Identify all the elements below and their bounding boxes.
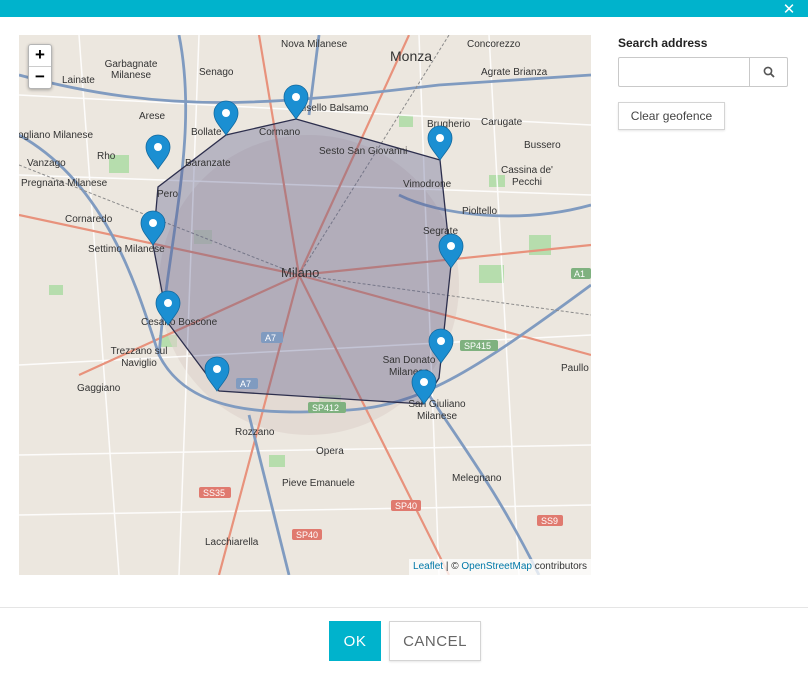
clear-geofence-button[interactable]: Clear geofence — [618, 102, 725, 130]
footer-divider — [0, 607, 808, 608]
search-input[interactable] — [619, 58, 749, 86]
marker-icon[interactable] — [428, 328, 454, 364]
marker-layer — [140, 84, 464, 405]
attribution-suffix: contributors — [531, 561, 587, 572]
ok-button[interactable]: OK — [329, 621, 381, 661]
marker-icon[interactable] — [427, 125, 453, 161]
map-attribution: Leaflet | © OpenStreetMap contributors — [409, 559, 591, 575]
marker-icon[interactable] — [155, 290, 181, 326]
map-view[interactable]: Nova Milanese Monza Concorezzo Garbagnat… — [19, 35, 591, 575]
cancel-button[interactable]: CANCEL — [389, 621, 481, 661]
dialog-header-bar: ✕ — [0, 0, 808, 17]
marker-icon[interactable] — [213, 100, 239, 136]
zoom-in-button[interactable]: + — [29, 45, 51, 66]
search-address-label: Search address — [618, 36, 708, 50]
zoom-out-button[interactable]: − — [29, 66, 51, 88]
attribution-separator: | © — [443, 561, 462, 572]
search-icon — [763, 66, 775, 78]
zoom-control: + − — [28, 44, 52, 89]
marker-icon[interactable] — [283, 84, 309, 120]
close-icon[interactable]: ✕ — [782, 2, 796, 17]
leaflet-link[interactable]: Leaflet — [413, 561, 443, 572]
marker-icon[interactable] — [145, 134, 171, 170]
marker-icon[interactable] — [411, 369, 437, 405]
marker-icon[interactable] — [140, 210, 166, 246]
marker-icon[interactable] — [204, 356, 230, 392]
search-address-box — [618, 57, 788, 87]
osm-link[interactable]: OpenStreetMap — [461, 561, 532, 572]
marker-icon[interactable] — [438, 233, 464, 269]
search-button[interactable] — [749, 58, 787, 86]
